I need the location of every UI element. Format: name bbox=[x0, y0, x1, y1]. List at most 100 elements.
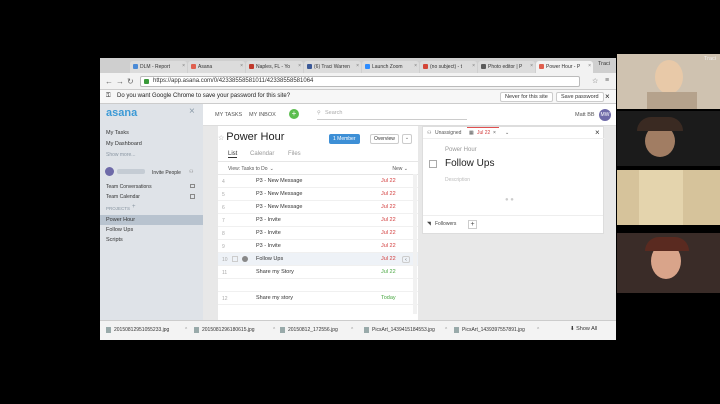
table-row[interactable]: 7 P3 - Invite Jul 22 bbox=[218, 214, 418, 227]
invite-people-link[interactable]: Invite People bbox=[152, 170, 181, 176]
video-tile[interactable] bbox=[617, 170, 720, 225]
sidebar-item-my-tasks[interactable]: My Tasks bbox=[106, 130, 129, 136]
download-item[interactable]: PicsArt_1439397557891.jpg ⌃ bbox=[454, 327, 540, 333]
table-row[interactable]: 11 Share my Story Jul 22 bbox=[218, 266, 418, 279]
detail-header: ⚇ Unassigned ▦ Jul 22 × ⌄ × bbox=[423, 127, 605, 139]
address-input[interactable]: https://app.asana.com/0/42338558581011/4… bbox=[140, 76, 580, 87]
search-input[interactable]: ⚲ Search bbox=[317, 110, 467, 120]
download-item[interactable]: 20150812_172556.jpg ⌃ bbox=[280, 327, 354, 333]
browser-tab[interactable]: Photo editor | P × bbox=[478, 61, 535, 73]
due-underline bbox=[467, 127, 499, 128]
video-tile[interactable]: Traci bbox=[617, 54, 720, 109]
table-row[interactable]: 8 P3 - Invite Jul 22 bbox=[218, 227, 418, 240]
new-task-button[interactable]: New ⌄ bbox=[392, 166, 408, 172]
nav-my-inbox[interactable]: MY INBOX bbox=[249, 112, 276, 118]
avatar[interactable]: MW bbox=[599, 109, 611, 121]
download-item[interactable]: 20150812951055233.jpg ⌃ bbox=[106, 327, 188, 333]
sidebar-item-project[interactable]: Scripts bbox=[100, 235, 203, 245]
table-row[interactable]: 5 P3 - New Message Jul 22 bbox=[218, 188, 418, 201]
close-tab-icon[interactable]: × bbox=[588, 63, 591, 69]
user-name[interactable]: Matt BB bbox=[575, 112, 595, 118]
task-title[interactable]: Follow Ups bbox=[445, 158, 494, 169]
reload-icon[interactable]: ↻ bbox=[127, 77, 134, 86]
browser-tab[interactable]: (no subject) - t × bbox=[420, 61, 477, 73]
table-row[interactable] bbox=[218, 279, 418, 292]
download-item[interactable]: PicsArt_1439415184553.jpg ⌃ bbox=[364, 327, 448, 333]
table-row[interactable]: 4 P3 - New Message Jul 22 bbox=[218, 175, 418, 188]
nav-my-tasks[interactable]: MY TASKS bbox=[215, 112, 242, 118]
never-for-site-button[interactable]: Never for this site bbox=[500, 92, 553, 102]
sidebar-item-project[interactable]: Follow Ups bbox=[100, 225, 203, 235]
task-checkbox[interactable] bbox=[232, 256, 238, 262]
table-row[interactable]: 6 P3 - New Message Jul 22 bbox=[218, 201, 418, 214]
caret-icon[interactable]: ⌃ bbox=[184, 327, 188, 333]
close-tab-icon[interactable]: × bbox=[240, 63, 243, 69]
browser-tab[interactable]: DLM - Report × bbox=[130, 61, 187, 73]
browser-tab[interactable]: (6) Traci Warren × bbox=[304, 61, 361, 73]
due-date-field[interactable]: Jul 22 bbox=[477, 130, 490, 136]
sidebar-item-project[interactable]: Power Hour bbox=[100, 215, 203, 225]
forward-icon[interactable]: → bbox=[116, 77, 124, 86]
close-tab-icon[interactable]: × bbox=[356, 63, 359, 69]
sidebar-item-team-calendar[interactable]: Team Calendar bbox=[106, 194, 140, 200]
close-sidebar-icon[interactable]: × bbox=[189, 106, 195, 117]
overview-button[interactable]: Overview bbox=[370, 134, 399, 144]
sidebar-item-my-dashboard[interactable]: My Dashboard bbox=[106, 141, 142, 147]
quick-add-button[interactable]: + bbox=[289, 109, 299, 119]
save-password-button[interactable]: Save password bbox=[556, 92, 604, 102]
open-detail-icon[interactable]: ‹ bbox=[402, 256, 410, 263]
close-tab-icon[interactable]: × bbox=[414, 63, 417, 69]
favicon-icon bbox=[539, 64, 544, 69]
show-all-downloads-button[interactable]: ⬇ Show All bbox=[570, 326, 597, 332]
favicon-icon bbox=[307, 64, 312, 69]
description-field[interactable]: Description bbox=[445, 177, 470, 183]
tab-calendar[interactable]: Calendar bbox=[250, 151, 274, 157]
participant-face bbox=[655, 60, 683, 94]
close-icon[interactable]: × bbox=[605, 92, 610, 101]
assignee-field[interactable]: Unassigned bbox=[435, 130, 461, 136]
chevron-down-icon[interactable]: ⌄ bbox=[402, 134, 412, 144]
tab-files[interactable]: Files bbox=[288, 151, 301, 157]
video-tile[interactable] bbox=[617, 111, 720, 166]
video-tile[interactable] bbox=[617, 233, 720, 293]
close-icon[interactable]: × bbox=[595, 128, 600, 137]
people-icon: ⚇ bbox=[189, 169, 194, 175]
browser-tab-active[interactable]: Power Hour - P × bbox=[536, 61, 593, 73]
complete-checkbox[interactable] bbox=[429, 160, 437, 168]
chevron-down-icon: ⌄ bbox=[269, 166, 274, 172]
view-filter[interactable]: View: Tasks to Do bbox=[228, 166, 268, 172]
browser-tab[interactable]: Launch Zoom × bbox=[362, 61, 419, 73]
caret-icon[interactable]: ⌃ bbox=[350, 327, 354, 333]
star-icon[interactable]: ☆ bbox=[218, 135, 224, 142]
bookmark-star-icon[interactable]: ☆ bbox=[592, 77, 598, 85]
close-tab-icon[interactable]: × bbox=[182, 63, 185, 69]
menu-icon[interactable]: ≡ bbox=[605, 77, 609, 84]
add-follower-button[interactable]: + bbox=[468, 220, 477, 229]
close-tab-icon[interactable]: × bbox=[298, 63, 301, 69]
browser-tab[interactable]: Asana × bbox=[188, 61, 245, 73]
show-more-link[interactable]: Show more... bbox=[106, 152, 135, 158]
remove-date-icon[interactable]: × bbox=[493, 130, 496, 136]
sidebar-item-team-conversations[interactable]: Team Conversations bbox=[106, 184, 152, 190]
caret-icon[interactable]: ⌃ bbox=[444, 327, 448, 333]
close-tab-icon[interactable]: × bbox=[472, 63, 475, 69]
scrollbar[interactable] bbox=[413, 174, 417, 314]
browser-tab[interactable]: Naples, FL - Yo × bbox=[246, 61, 303, 73]
table-row[interactable]: 9 P3 - Invite Jul 22 bbox=[218, 240, 418, 253]
close-tab-icon[interactable]: × bbox=[530, 63, 533, 69]
asana-logo[interactable]: asana bbox=[106, 107, 137, 119]
caret-icon[interactable]: ⌃ bbox=[272, 327, 276, 333]
back-icon[interactable]: ← bbox=[105, 77, 113, 86]
favicon-icon bbox=[191, 64, 196, 69]
assignee-icon[interactable] bbox=[242, 256, 248, 262]
add-project-icon[interactable]: + bbox=[132, 204, 136, 210]
caret-icon[interactable]: ⌃ bbox=[536, 327, 540, 333]
profile-name[interactable]: Traci bbox=[598, 61, 610, 67]
members-button[interactable]: 1 Member bbox=[329, 134, 360, 144]
detail-project[interactable]: Power Hour bbox=[445, 147, 477, 153]
table-row-selected[interactable]: 10 Follow Ups Jul 22 ‹ bbox=[218, 253, 418, 266]
table-row[interactable]: 12 Share my story Today bbox=[218, 292, 418, 305]
download-item[interactable]: 2015081296180615.jpg ⌃ bbox=[194, 327, 276, 333]
chevron-down-icon[interactable]: ⌄ bbox=[505, 130, 509, 136]
tab-list[interactable]: List bbox=[228, 151, 238, 158]
